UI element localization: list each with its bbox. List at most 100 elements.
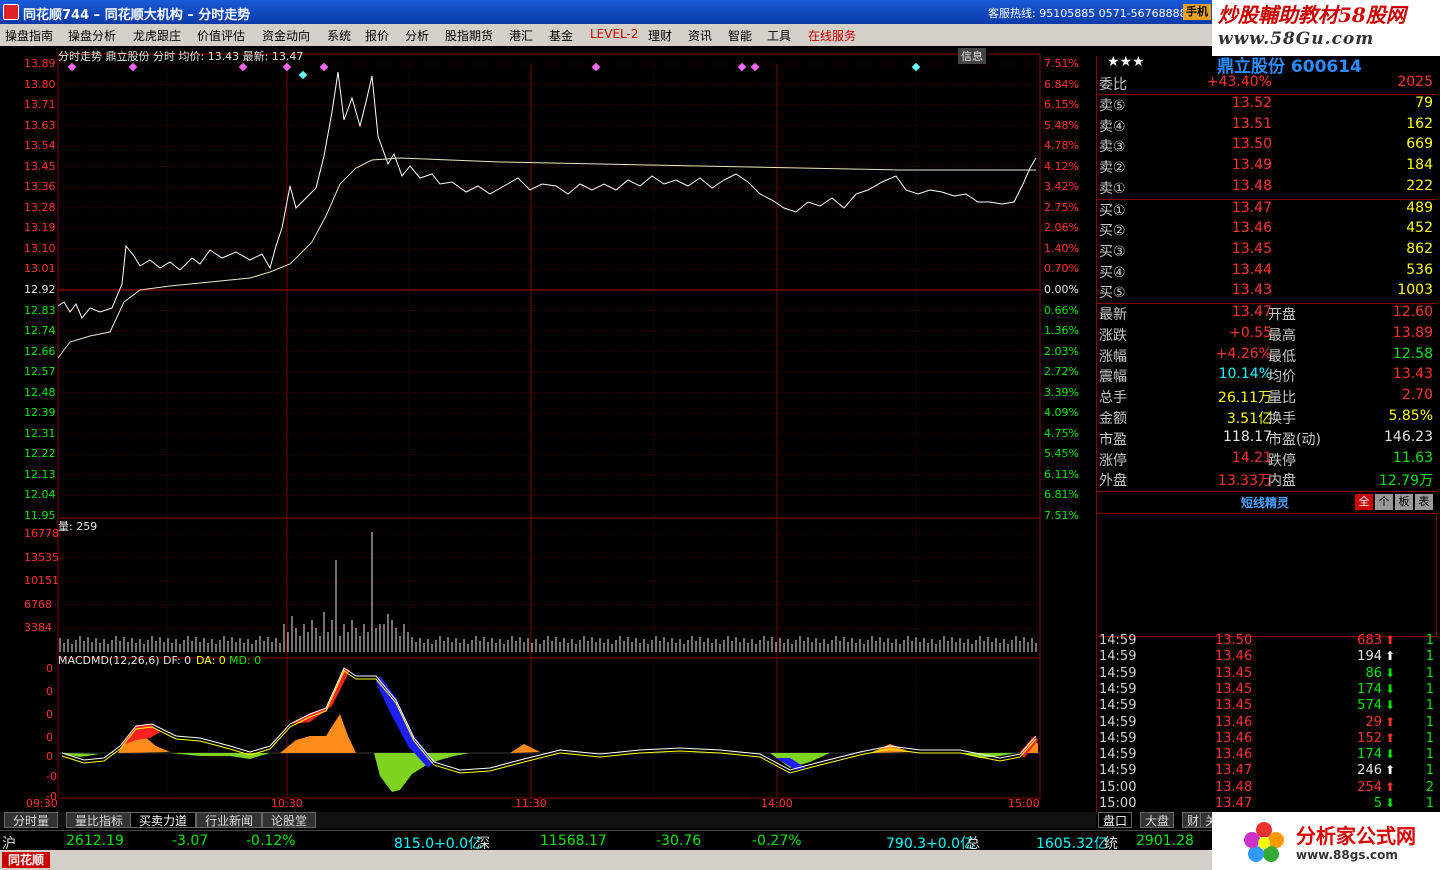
price-tick: 12.83: [24, 303, 56, 317]
elf-tab[interactable]: 个: [1375, 494, 1393, 511]
tick-arrow-icon: ⬆: [1384, 633, 1395, 647]
tick-count: 1: [1425, 714, 1434, 730]
stat-row: 涨停 14.21 跌停 11.63: [1097, 450, 1437, 470]
tick-time: 14:59: [1099, 714, 1137, 730]
menu-item-14[interactable]: 智能: [728, 27, 752, 44]
app-logo[interactable]: 同花顺: [2, 852, 51, 868]
menu-item-2[interactable]: 龙虎跟庄: [133, 27, 181, 44]
tick-time: 14:59: [1099, 730, 1137, 746]
price-tick: 12.57: [24, 365, 56, 379]
ask-label: 卖③: [1099, 139, 1126, 156]
price-tick: 12.92: [24, 283, 56, 296]
pct-tick: 2.75%: [1044, 200, 1079, 214]
menu-item-15[interactable]: 工具: [767, 27, 791, 44]
menu-item-0[interactable]: 操盘指南: [5, 27, 53, 44]
app-icon: [3, 4, 19, 20]
indicator-tab-3[interactable]: 行业新闻: [196, 812, 263, 828]
elf-tab[interactable]: 全: [1355, 494, 1373, 511]
price-tick: 12.48: [24, 385, 56, 399]
pct-tick: 7.51%: [1044, 509, 1079, 522]
macd-da-line: [61, 670, 1037, 774]
panel-tab-0[interactable]: 盘口: [1098, 812, 1133, 828]
tick-price: 13.45: [1215, 665, 1253, 681]
menu-item-9[interactable]: 港汇: [509, 27, 533, 44]
panel-tab-1[interactable]: 大盘: [1140, 812, 1175, 828]
ask-row[interactable]: 卖① 13.48 222: [1097, 178, 1437, 198]
bid-row[interactable]: 买⑤ 13.43 1003: [1097, 282, 1437, 302]
stat-value: 13.47: [1231, 304, 1272, 320]
macd-tick: 0: [46, 708, 53, 721]
menu-item-12[interactable]: 理财: [648, 27, 672, 44]
indicator-tab-0[interactable]: 分时量: [4, 812, 59, 828]
tick-count: 1: [1425, 698, 1434, 714]
chart-border: [57, 53, 1041, 799]
macd-label: MACDMD(12,26,6) DF: 0: [58, 654, 192, 667]
menu-item-10[interactable]: 基金: [549, 27, 573, 44]
ask-price: 13.52: [1231, 95, 1272, 111]
tick-volume: 5: [1373, 796, 1382, 811]
macd-band-up: [290, 668, 350, 724]
menu-item-3[interactable]: 价值评估: [197, 27, 245, 44]
tick-volume: 29: [1365, 714, 1382, 730]
ask-volume: 79: [1415, 95, 1433, 111]
pct-tick: 5.48%: [1044, 118, 1079, 132]
bid-row[interactable]: 买② 13.46 452: [1097, 220, 1437, 240]
bid-row[interactable]: 买④ 13.44 536: [1097, 262, 1437, 282]
info-button[interactable]: 信息: [958, 48, 986, 64]
tick-volume: 246: [1357, 763, 1382, 779]
ask-row[interactable]: 卖③ 13.50 669: [1097, 136, 1437, 156]
stat-label: 震幅: [1099, 369, 1127, 386]
menu-item-6[interactable]: 报价: [365, 27, 389, 44]
mobile-button[interactable]: 手机: [1183, 4, 1211, 20]
macd-tick: -0: [46, 790, 57, 803]
bid-row[interactable]: 买① 13.47 489: [1097, 200, 1437, 220]
tick-count: 1: [1425, 796, 1434, 811]
ask-row[interactable]: 卖⑤ 13.52 79: [1097, 95, 1437, 115]
tick-count: 1: [1425, 665, 1434, 681]
stat-label-2: 开盘: [1268, 307, 1296, 323]
stat-label: 总手: [1099, 390, 1127, 407]
tick-count: 2: [1425, 779, 1434, 795]
tick-volume: 194: [1357, 649, 1382, 665]
bid-volume: 536: [1406, 261, 1433, 278]
price-tick: 12.13: [24, 467, 56, 481]
pct-tick: 7.51%: [1044, 57, 1079, 70]
price-tick: 13.63: [24, 118, 56, 132]
pct-tick: 1.36%: [1044, 324, 1079, 338]
stat-value: +4.26%: [1215, 345, 1272, 362]
elf-tab[interactable]: 板: [1395, 494, 1413, 511]
bid-price: 13.44: [1231, 261, 1272, 278]
stat-label-2: 最高: [1268, 327, 1296, 344]
pct-tick: 6.84%: [1044, 77, 1079, 91]
price-tick: 13.45: [24, 159, 56, 173]
menu-item-7[interactable]: 分析: [405, 27, 429, 44]
volume-tick: 3384: [24, 621, 52, 635]
brand-line2: www.58Gu.com: [1218, 29, 1375, 49]
tick-row: 14:59 13.46 194 ⬆ 1: [1097, 649, 1437, 665]
indicator-tabs: 分时量 量比指标 买卖力道 行业新闻 论股堂: [0, 812, 1096, 828]
indicator-tab-1[interactable]: 量比指标: [66, 812, 133, 828]
menu-item-5[interactable]: 系统: [327, 27, 351, 44]
menu-item-11[interactable]: LEVEL-2: [590, 27, 639, 41]
volume-tick: 6768: [24, 597, 52, 611]
tick-row: 15:00 13.48 254 ⬆ 2: [1097, 780, 1437, 796]
ask-row[interactable]: 卖④ 13.51 162: [1097, 116, 1437, 136]
tick-count: 1: [1425, 649, 1434, 665]
menu-item-16[interactable]: 在线服务: [808, 27, 856, 44]
watermark-brand: 炒股輔助教材58股网 www.58Gu.com: [1212, 0, 1440, 56]
indicator-tab-4[interactable]: 论股堂: [262, 812, 317, 828]
ask-row[interactable]: 卖② 13.49 184: [1097, 157, 1437, 177]
rating-stars: ★★★: [1107, 54, 1145, 70]
stat-label: 市盈: [1099, 431, 1127, 448]
menu-item-4[interactable]: 资金动向: [262, 27, 310, 44]
menu-item-8[interactable]: 股指期货: [445, 27, 493, 44]
menu-item-13[interactable]: 资讯: [688, 27, 712, 44]
menu-item-1[interactable]: 操盘分析: [68, 27, 116, 44]
tick-arrow-icon: ⬆: [1384, 763, 1395, 778]
bid-volume: 1003: [1397, 282, 1433, 299]
elf-tab[interactable]: 表: [1415, 494, 1433, 511]
indicator-tab-2[interactable]: 买卖力道: [130, 812, 197, 828]
price-tick: 12.22: [24, 447, 56, 461]
tick-time: 14:59: [1099, 665, 1137, 681]
bid-row[interactable]: 买③ 13.45 862: [1097, 241, 1437, 261]
